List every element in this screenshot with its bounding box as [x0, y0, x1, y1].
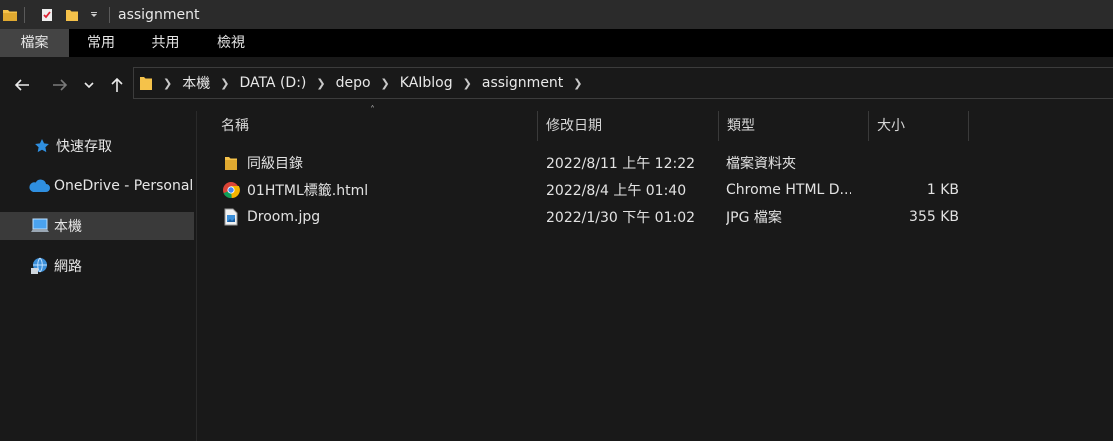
window-title: assignment	[118, 6, 200, 23]
file-name: 01HTML標籤.html	[247, 183, 369, 199]
properties-icon[interactable]	[39, 7, 55, 23]
image-file-icon	[222, 208, 240, 226]
sidebar-item-quick-access[interactable]: 快速存取	[0, 132, 194, 160]
network-icon	[30, 256, 50, 276]
column-header-type[interactable]: 類型	[719, 111, 869, 141]
file-size: 1 KB	[926, 182, 959, 198]
chevron-right-icon[interactable]: ❯	[381, 77, 390, 90]
file-row[interactable]: Droom.jpg 2022/1/30 下午 01:02 JPG 檔案 355 …	[214, 204, 974, 230]
chevron-right-icon[interactable]: ❯	[573, 77, 582, 90]
back-arrow-icon	[14, 79, 29, 91]
breadcrumb-assignment[interactable]: assignment	[482, 75, 563, 91]
sidebar-item-onedrive[interactable]: OneDrive - Personal	[0, 172, 194, 200]
chevron-right-icon[interactable]: ❯	[463, 77, 472, 90]
file-date: 2022/8/11 上午 12:22	[546, 156, 696, 172]
ribbon-tabs: 檔案 常用 共用 檢視	[0, 29, 1113, 57]
folder-icon	[139, 75, 153, 91]
forward-button[interactable]	[49, 74, 71, 96]
file-type: 檔案資料夾	[726, 156, 796, 172]
forward-arrow-icon	[53, 79, 68, 91]
sidebar-item-label: OneDrive - Personal	[54, 178, 194, 194]
sidebar-item-label: 快速存取	[56, 139, 112, 155]
file-row[interactable]: 同級目錄 2022/8/11 上午 12:22 檔案資料夾	[214, 150, 974, 176]
file-type: Chrome HTML D...	[726, 182, 851, 198]
back-button[interactable]	[11, 74, 33, 96]
file-type: JPG 檔案	[726, 210, 782, 226]
breadcrumb-data-drive[interactable]: DATA (D:)	[239, 75, 306, 91]
file-date: 2022/8/4 上午 01:40	[546, 183, 687, 199]
sidebar-item-network[interactable]: 網路	[0, 252, 194, 280]
navigation-pane: 快速存取 OneDrive - Personal 本機 網路	[0, 111, 197, 441]
quick-access-toolbar: assignment	[0, 0, 199, 29]
folder-icon	[2, 7, 18, 23]
sidebar-item-label: 網路	[54, 259, 82, 275]
chrome-icon	[222, 181, 240, 199]
file-date: 2022/1/30 下午 01:02	[546, 210, 696, 226]
star-icon	[32, 136, 52, 156]
column-header-name[interactable]: 名稱	[213, 111, 538, 141]
address-bar[interactable]: ❯ 本機 ❯ DATA (D:) ❯ depo ❯ KAIblog ❯ assi…	[133, 67, 1113, 99]
column-header-date[interactable]: 修改日期	[538, 111, 719, 141]
breadcrumb-depo[interactable]: depo	[336, 75, 371, 91]
tab-home[interactable]: 常用	[69, 29, 133, 57]
recent-locations-button[interactable]	[81, 74, 97, 96]
title-bar: assignment	[0, 0, 1113, 29]
computer-icon	[30, 216, 50, 236]
column-header-size[interactable]: 大小	[869, 111, 969, 141]
sidebar-item-label: 本機	[54, 219, 82, 235]
file-name: 同級目錄	[247, 156, 303, 172]
folder-icon	[222, 154, 240, 172]
chevron-right-icon[interactable]: ❯	[163, 77, 172, 90]
tab-view[interactable]: 檢視	[198, 29, 264, 57]
new-folder-icon[interactable]	[65, 7, 79, 23]
tab-file[interactable]: 檔案	[0, 29, 69, 57]
chevron-down-icon	[84, 82, 94, 89]
breadcrumb-this-pc[interactable]: 本機	[182, 73, 210, 93]
file-name: Droom.jpg	[247, 209, 321, 225]
file-list: ˄ 名稱 修改日期 類型 大小 同級目錄 2022/8/11 上午 12:22 …	[197, 105, 1113, 441]
sidebar-item-this-pc[interactable]: 本機	[0, 212, 194, 240]
file-size: 355 KB	[909, 209, 959, 225]
chevron-right-icon[interactable]: ❯	[220, 77, 229, 90]
up-arrow-icon	[111, 77, 123, 92]
breadcrumb-kaiblog[interactable]: KAIblog	[400, 75, 453, 91]
customize-toolbar-chevron-icon[interactable]	[89, 10, 99, 20]
file-row[interactable]: 01HTML標籤.html 2022/8/4 上午 01:40 Chrome H…	[214, 177, 974, 203]
cloud-icon	[28, 176, 50, 196]
tab-share[interactable]: 共用	[133, 29, 198, 57]
up-button[interactable]	[106, 74, 128, 96]
chevron-right-icon[interactable]: ❯	[316, 77, 325, 90]
